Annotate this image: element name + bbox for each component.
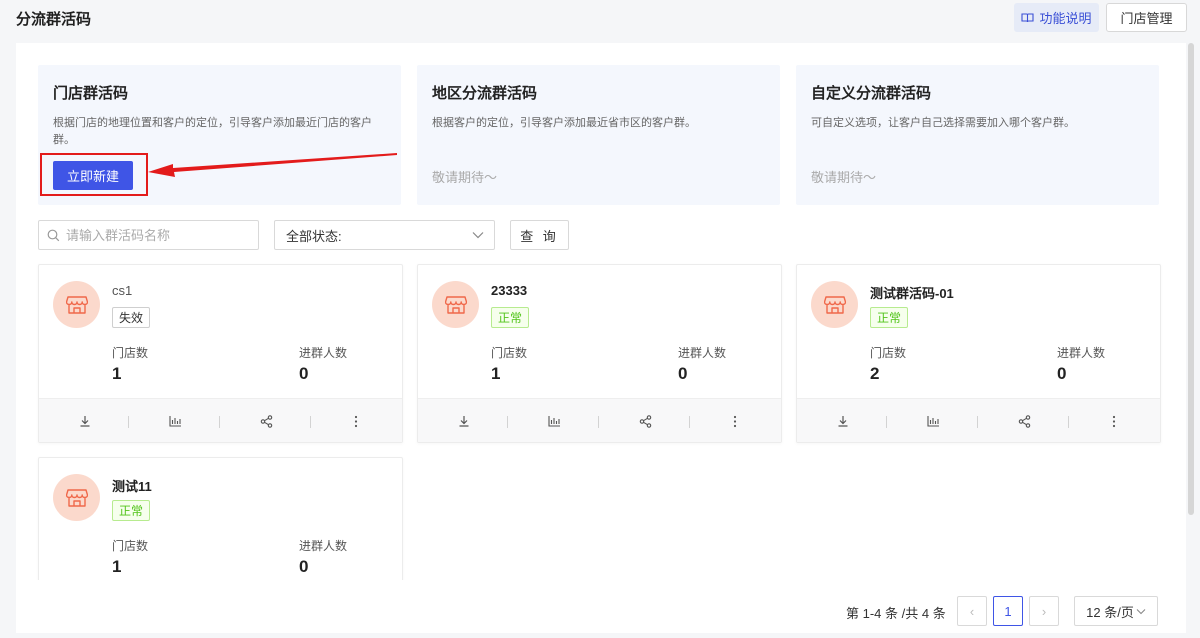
status-select[interactable]: 全部状态: xyxy=(274,220,495,250)
type-card-region: 地区分流群活码 根据客户的定位，引导客户添加最近省市区的客户群。 敬请期待～ xyxy=(417,65,780,205)
members-count: 0 xyxy=(299,557,309,576)
qr-name: 测试11 xyxy=(112,479,152,494)
type-description: 根据客户的定位，引导客户添加最近省市区的客户群。 xyxy=(432,117,696,129)
book-icon xyxy=(1021,12,1035,22)
main-panel: 门店群活码 根据门店的地理位置和客户的定位，引导客户添加最近门店的客户群。 立即… xyxy=(16,43,1186,633)
more-icon[interactable] xyxy=(1104,411,1124,431)
divider xyxy=(886,416,887,428)
chart-icon[interactable] xyxy=(923,411,943,431)
store-icon xyxy=(65,295,88,314)
members-label: 进群人数 xyxy=(678,346,727,360)
divider xyxy=(689,416,690,428)
download-icon[interactable] xyxy=(833,411,853,431)
search-box[interactable] xyxy=(38,220,259,250)
share-icon[interactable] xyxy=(256,411,276,431)
status-badge: 正常 xyxy=(870,307,909,328)
chart-icon[interactable] xyxy=(165,411,185,431)
page-title: 分流群活码 xyxy=(16,11,92,28)
next-page-button[interactable]: › xyxy=(1029,596,1059,626)
type-title: 地区分流群活码 xyxy=(432,85,538,102)
divider xyxy=(128,416,129,428)
chevron-down-icon xyxy=(1136,608,1146,614)
share-icon[interactable] xyxy=(635,411,655,431)
divider xyxy=(598,416,599,428)
store-icon xyxy=(65,488,88,507)
store-avatar xyxy=(53,281,100,328)
card-actions xyxy=(797,398,1160,442)
search-input[interactable] xyxy=(66,227,246,243)
store-icon xyxy=(823,295,846,314)
status-badge: 正常 xyxy=(112,500,151,521)
type-card-custom: 自定义分流群活码 可自定义选项，让客户自己选择需要加入哪个客户群。 敬请期待～ xyxy=(796,65,1159,205)
coming-soon-text: 敬请期待～ xyxy=(811,170,877,185)
store-avatar xyxy=(811,281,858,328)
stores-label: 门店数 xyxy=(870,346,907,360)
card-actions xyxy=(39,398,402,442)
stores-count: 1 xyxy=(112,364,122,383)
annotation-highlight-box xyxy=(40,153,148,196)
divider xyxy=(507,416,508,428)
stores-count: 1 xyxy=(112,557,122,576)
members-count: 0 xyxy=(1057,364,1067,383)
chevron-down-icon xyxy=(472,232,484,239)
card-actions xyxy=(418,398,781,442)
members-count: 0 xyxy=(678,364,688,383)
coming-soon-text: 敬请期待～ xyxy=(432,170,498,185)
annotation-arrow-icon xyxy=(148,153,397,177)
chart-icon[interactable] xyxy=(544,411,564,431)
scrollbar-thumb[interactable] xyxy=(1188,43,1194,515)
more-icon[interactable] xyxy=(346,411,366,431)
qr-name: 测试群活码-01 xyxy=(870,286,954,301)
type-title: 门店群活码 xyxy=(53,85,129,102)
share-icon[interactable] xyxy=(1014,411,1034,431)
download-icon[interactable] xyxy=(454,411,474,431)
qr-card[interactable]: 23333 正常 门店数 进群人数 1 0 xyxy=(417,264,782,443)
feature-help-label: 功能说明 xyxy=(1039,11,1092,26)
stores-label: 门店数 xyxy=(112,346,149,360)
stores-count: 2 xyxy=(870,364,880,383)
pagination-total: 第 1-4 条 /共 4 条 xyxy=(846,606,946,621)
divider xyxy=(219,416,220,428)
scrollbar[interactable] xyxy=(1187,43,1195,543)
status-badge: 正常 xyxy=(491,307,530,328)
type-description: 可自定义选项，让客户自己选择需要加入哪个客户群。 xyxy=(811,117,1075,129)
divider xyxy=(1068,416,1069,428)
store-management-button[interactable]: 门店管理 xyxy=(1106,3,1187,32)
qr-card[interactable]: 测试群活码-01 正常 门店数 进群人数 2 0 xyxy=(796,264,1161,443)
status-badge: 失效 xyxy=(112,307,151,328)
search-icon xyxy=(47,229,60,241)
qr-name: cs1 xyxy=(112,283,133,298)
stores-count: 1 xyxy=(491,364,501,383)
members-label: 进群人数 xyxy=(1057,346,1106,360)
status-select-label: 全部状态: xyxy=(286,228,342,244)
members-label: 进群人数 xyxy=(299,539,348,553)
page-size-label: 12 条/页 xyxy=(1086,604,1134,620)
type-title: 自定义分流群活码 xyxy=(811,85,932,102)
page-number-button[interactable]: 1 xyxy=(993,596,1023,626)
stores-label: 门店数 xyxy=(491,346,528,360)
divider xyxy=(977,416,978,428)
prev-page-button[interactable]: ‹ xyxy=(957,596,987,626)
download-icon[interactable] xyxy=(75,411,95,431)
store-avatar xyxy=(432,281,479,328)
type-description: 根据门店的地理位置和客户的定位，引导客户添加最近门店的客户群。 xyxy=(53,117,372,146)
store-icon xyxy=(444,295,467,314)
query-button[interactable]: 查 询 xyxy=(510,220,569,250)
store-avatar xyxy=(53,474,100,521)
top-bar: 分流群活码 功能说明 门店管理 xyxy=(0,0,1200,40)
qr-name: 23333 xyxy=(491,283,528,298)
more-icon[interactable] xyxy=(725,411,745,431)
members-label: 进群人数 xyxy=(299,346,348,360)
page-size-select[interactable]: 12 条/页 xyxy=(1074,596,1158,626)
divider xyxy=(310,416,311,428)
stores-label: 门店数 xyxy=(112,539,149,553)
feature-help-button[interactable]: 功能说明 xyxy=(1014,3,1099,32)
members-count: 0 xyxy=(299,364,309,383)
qr-card[interactable]: cs1 失效 门店数 进群人数 1 0 xyxy=(38,264,403,443)
